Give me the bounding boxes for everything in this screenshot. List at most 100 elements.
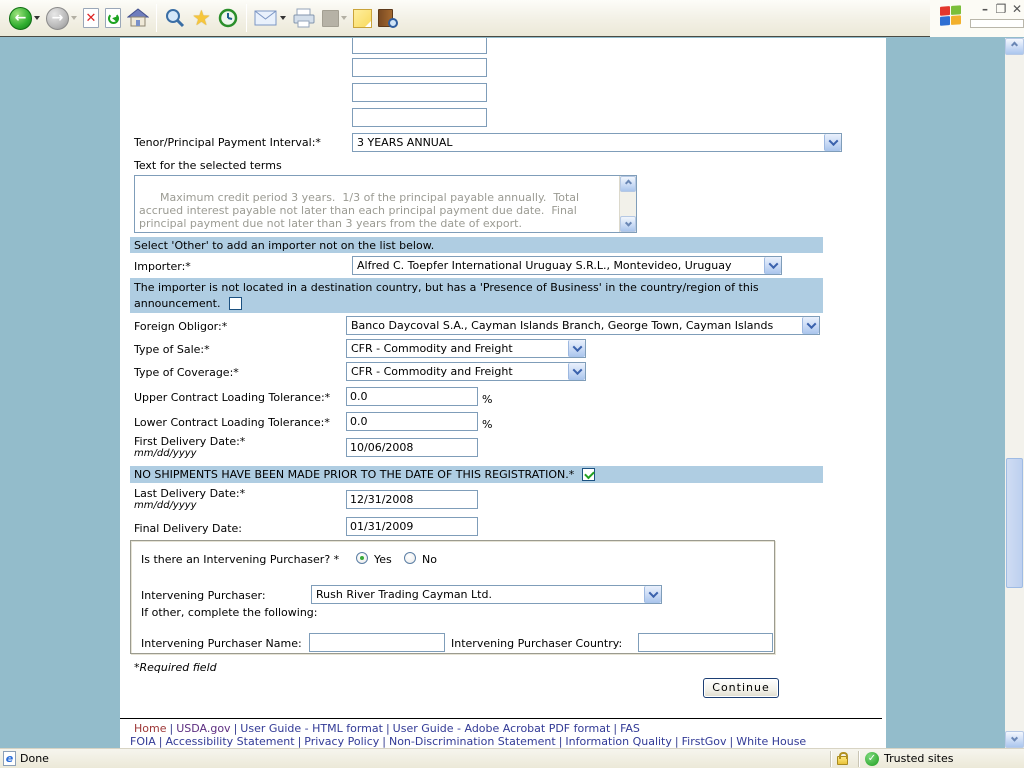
empty-field-2[interactable] <box>352 58 487 77</box>
mail-icon <box>254 9 278 27</box>
research-book-icon <box>378 9 393 27</box>
edit-dropdown-icon <box>341 16 347 20</box>
lower-tolerance-input[interactable] <box>346 412 478 431</box>
required-field-note: *Required field <box>134 661 217 674</box>
intervening-purchaser-select[interactable]: Rush River Trading Cayman Ltd. <box>311 585 662 604</box>
throbber-panel: – ❐ ✕ <box>930 0 1024 37</box>
scrollbar-down-button[interactable] <box>1005 731 1024 748</box>
back-button[interactable]: ← <box>6 3 43 33</box>
discuss-note-icon <box>353 9 372 28</box>
scrollbar-up-button[interactable] <box>1005 38 1024 55</box>
type-of-sale-dropdown-icon[interactable] <box>568 340 585 357</box>
footer-link-foia[interactable]: FOIA <box>130 735 156 748</box>
intervening-country-input[interactable] <box>638 633 773 652</box>
intervening-country-label: Intervening Purchaser Country: <box>451 637 622 650</box>
intervening-no-radio[interactable] <box>404 552 416 564</box>
last-delivery-hint: mm/dd/yyyy <box>134 500 197 511</box>
empty-field-1[interactable] <box>352 38 487 54</box>
tenor-value: 3 YEARS ANNUAL <box>357 136 453 149</box>
forward-dropdown-icon <box>71 16 77 20</box>
footer-link-home[interactable]: Home <box>134 722 166 735</box>
footer-link-privacy[interactable]: Privacy Policy <box>304 735 379 748</box>
toolbar-separator <box>156 4 157 32</box>
type-of-coverage-value: CFR - Commodity and Freight <box>351 365 513 378</box>
footer-link-firstgov[interactable]: FirstGov <box>682 735 727 748</box>
upper-tolerance-input[interactable] <box>346 387 478 406</box>
empty-field-3[interactable] <box>352 83 487 102</box>
intervening-name-input[interactable] <box>309 633 445 652</box>
scroll-up-icon[interactable] <box>620 176 636 192</box>
intervening-groupbox: Is there an Intervening Purchaser? * Yes… <box>130 540 775 654</box>
favorites-button[interactable]: ★ <box>189 3 214 33</box>
first-delivery-input[interactable] <box>346 438 478 457</box>
stop-icon: ✕ <box>83 8 99 28</box>
tenor-label: Tenor/Principal Payment Interval:* <box>134 136 321 149</box>
intervening-yes-label: Yes <box>374 553 392 566</box>
form-content: Tenor/Principal Payment Interval:* 3 YEA… <box>120 38 886 748</box>
intervening-purchaser-label: Intervening Purchaser: <box>141 589 266 602</box>
home-button[interactable] <box>124 3 152 33</box>
tenor-select[interactable]: 3 YEARS ANNUAL <box>352 133 842 152</box>
refresh-button[interactable] <box>102 3 124 33</box>
continue-button[interactable]: Continue <box>703 678 779 698</box>
scrollbar-thumb[interactable] <box>1006 458 1023 588</box>
no-shipments-checkbox[interactable] <box>582 468 595 481</box>
search-icon <box>164 7 186 29</box>
foreign-obligor-select[interactable]: Banco Daycoval S.A., Cayman Islands Bran… <box>346 316 820 335</box>
page-status-icon: e <box>3 751 16 766</box>
intervening-question: Is there an Intervening Purchaser? * <box>141 553 339 566</box>
research-button[interactable] <box>375 3 396 33</box>
discuss-button[interactable] <box>350 3 375 33</box>
type-of-sale-select[interactable]: CFR - Commodity and Freight <box>346 339 586 358</box>
importer-select[interactable]: Alfred C. Toepfer International Uruguay … <box>352 256 782 275</box>
footer-link-fas[interactable]: FAS <box>620 722 640 735</box>
print-button[interactable] <box>289 3 319 33</box>
presence-checkbox[interactable] <box>229 297 242 310</box>
last-delivery-label: Last Delivery Date:* <box>134 487 245 500</box>
foreign-obligor-dropdown-icon[interactable] <box>802 317 819 334</box>
intervening-no-label: No <box>422 553 437 566</box>
edit-button <box>319 3 350 33</box>
stop-button[interactable]: ✕ <box>80 3 102 33</box>
footer-link-nondiscrimination[interactable]: Non-Discrimination Statement <box>389 735 556 748</box>
importer-dropdown-icon[interactable] <box>764 257 781 274</box>
footer-separator: | <box>383 722 393 735</box>
footer-link-userguide-html[interactable]: User Guide - HTML format <box>240 722 383 735</box>
refresh-icon <box>105 8 121 28</box>
toolbar-separator <box>246 4 247 32</box>
footer-link-usda[interactable]: USDA.gov <box>176 722 230 735</box>
empty-field-4[interactable] <box>352 108 487 127</box>
type-of-coverage-dropdown-icon[interactable] <box>568 363 585 380</box>
upper-tolerance-unit: % <box>482 393 492 406</box>
last-delivery-input[interactable] <box>346 490 478 509</box>
restore-button[interactable]: ❐ <box>994 2 1008 16</box>
tenor-dropdown-icon[interactable] <box>824 134 841 151</box>
intervening-yes-radio[interactable] <box>356 552 368 564</box>
scroll-down-icon[interactable] <box>620 216 636 232</box>
final-delivery-input[interactable] <box>346 517 478 536</box>
terms-scrollbar[interactable] <box>619 176 636 232</box>
footer-link-whitehouse[interactable]: White House <box>736 735 806 748</box>
footer-link-accessibility[interactable]: Accessibility Statement <box>165 735 294 748</box>
close-button[interactable]: ✕ <box>1010 2 1024 16</box>
search-button[interactable] <box>161 3 189 33</box>
mail-dropdown-icon[interactable] <box>280 16 286 20</box>
minimize-button[interactable]: – <box>978 2 992 16</box>
type-of-coverage-select[interactable]: CFR - Commodity and Freight <box>346 362 586 381</box>
intervening-purchaser-dropdown-icon[interactable] <box>644 586 661 603</box>
importer-value: Alfred C. Toepfer International Uruguay … <box>357 259 732 272</box>
importer-label: Importer:* <box>134 260 191 273</box>
forward-button[interactable]: → <box>43 3 80 33</box>
progress-box <box>970 19 1024 28</box>
mail-button[interactable] <box>251 3 289 33</box>
back-dropdown-icon[interactable] <box>34 16 40 20</box>
foreign-obligor-label: Foreign Obligor:* <box>134 320 227 333</box>
forward-icon: → <box>46 7 69 30</box>
page-scrollbar[interactable] <box>1005 38 1024 748</box>
history-button[interactable] <box>214 3 242 33</box>
terms-textarea[interactable]: Maximum credit period 3 years. 1/3 of th… <box>134 175 637 233</box>
footer-link-infoquality[interactable]: Information Quality <box>565 735 671 748</box>
intervening-name-label: Intervening Purchaser Name: <box>141 637 302 650</box>
status-text: Done <box>20 752 49 765</box>
footer-link-userguide-pdf[interactable]: User Guide - Adobe Acrobat PDF format <box>393 722 611 735</box>
